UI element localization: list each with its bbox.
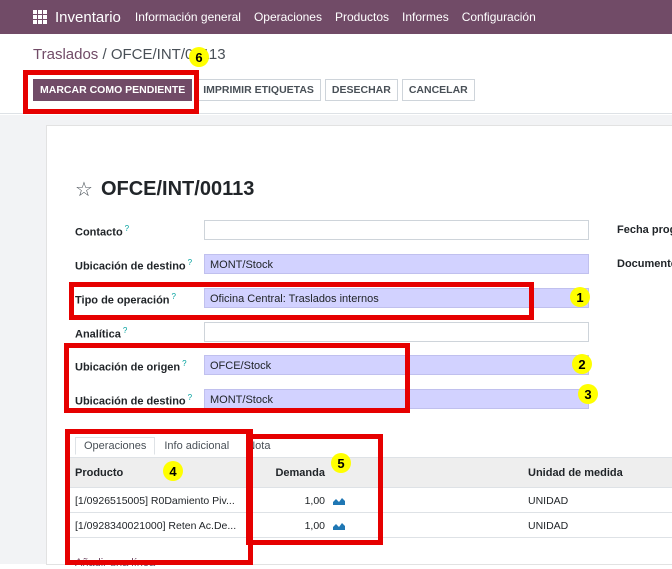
contact-field[interactable] — [204, 220, 589, 240]
contact-label: Contacto? — [75, 224, 130, 239]
analytic-label: Analítica? — [75, 326, 128, 341]
record-title: OFCE/INT/00113 — [100, 178, 255, 200]
column-header-uom[interactable]: Unidad de medida — [528, 458, 623, 487]
annotation-badge-3: 3 — [578, 384, 598, 404]
top-navbar: Inventario Información general Operacion… — [0, 0, 672, 34]
cancel-button[interactable]: CANCELAR — [401, 79, 475, 101]
scheduled-date-label: Fecha prog — [617, 224, 672, 236]
dest-top-label: Ubicación de destino? — [75, 258, 193, 273]
breadcrumb-separator: / — [98, 46, 111, 63]
menu-item-products[interactable]: Productos — [335, 10, 389, 24]
menu-item-overview[interactable]: Información general — [135, 10, 241, 24]
highlight-box-6 — [23, 70, 199, 114]
highlight-box-1 — [69, 282, 534, 320]
highlight-box-2-3 — [64, 343, 410, 413]
apps-grid-icon[interactable] — [33, 10, 47, 24]
source-document-label: Documento — [617, 258, 672, 270]
discard-button[interactable]: DESECHAR — [324, 79, 398, 101]
menu-item-operations[interactable]: Operaciones — [254, 10, 322, 24]
breadcrumb-parent[interactable]: Traslados — [33, 46, 98, 63]
annotation-badge-6: 6 — [189, 47, 209, 67]
annotation-badge-4: 4 — [163, 461, 183, 481]
annotation-badge-1: 1 — [570, 287, 590, 307]
menu-item-reports[interactable]: Informes — [402, 10, 449, 24]
print-labels-button[interactable]: IMPRIMIR ETIQUETAS — [196, 79, 321, 101]
star-icon[interactable]: ☆ — [75, 180, 93, 200]
uom-cell: UNIDAD — [528, 519, 569, 532]
analytic-field[interactable] — [204, 322, 589, 342]
annotation-badge-2: 2 — [572, 354, 592, 374]
app-name[interactable]: Inventario — [55, 9, 121, 26]
highlight-box-5 — [246, 434, 383, 545]
annotation-badge-5: 5 — [331, 453, 351, 473]
highlight-box-4 — [65, 429, 253, 565]
dest-top-field[interactable]: MONT/Stock — [204, 254, 589, 274]
record-title-row: ☆ OFCE/INT/00113 — [75, 178, 254, 201]
uom-cell: UNIDAD — [528, 494, 569, 507]
menu-item-configuration[interactable]: Configuración — [462, 10, 536, 24]
